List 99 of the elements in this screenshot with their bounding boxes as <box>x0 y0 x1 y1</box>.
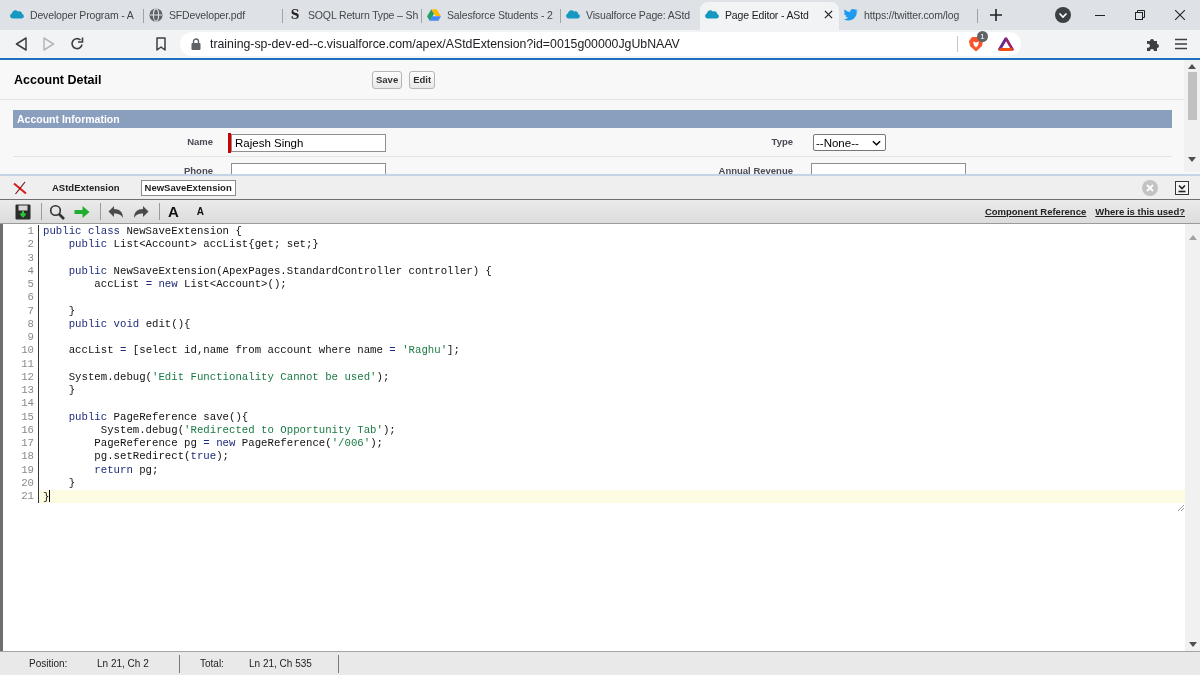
bird-icon <box>844 7 858 22</box>
count-badge: 1 <box>977 31 988 42</box>
code-line: pg.setRedirect(true); <box>93 450 229 463</box>
code-line: } <box>67 304 76 317</box>
close-icon[interactable] <box>13 180 27 195</box>
globe-icon <box>149 7 163 22</box>
field-label: Name <box>187 136 213 147</box>
code-line: public class NewSaveExtension { <box>43 225 242 237</box>
field-label: Phone <box>183 165 213 174</box>
browser-tab[interactable]: Visualforce Page: AStd <box>561 2 700 30</box>
line-number: 1 <box>27 225 34 237</box>
line-number: 2 <box>27 238 34 251</box>
new-tab-icon[interactable] <box>990 9 1002 21</box>
redo-icon[interactable] <box>133 203 149 220</box>
line-number: 5 <box>27 278 34 290</box>
code-line: accList = new List<Account>(); <box>93 278 287 290</box>
code-line: public NewSaveExtension(ApexPages.StandardController controller) { <box>67 264 492 277</box>
browser-tab[interactable]: Developer Program - A <box>5 2 144 30</box>
line-number: 21 <box>21 490 34 502</box>
back-icon[interactable] <box>15 37 27 51</box>
code-line: accList = [select id,name from account where name = 'Raghu']; <box>67 344 460 357</box>
cloud-icon <box>705 10 719 19</box>
site-favicon: S <box>289 7 301 22</box>
line-number: 3 <box>27 251 34 264</box>
action-button[interactable]: Save <box>372 70 403 89</box>
code-line: public List<Account> accList{get; set;} <box>67 238 319 251</box>
address-bar[interactable]: training-sp-dev-ed--c.visualforce.com/apex/AStdExtension?id=0015g00000JgUbNAAV 1 <box>180 32 1021 56</box>
resize-grip-icon[interactable] <box>1178 505 1184 512</box>
scrollbar-thumb[interactable] <box>1187 72 1197 120</box>
status-label: Position: <box>29 658 68 669</box>
text-input[interactable]: Rajesh Singh <box>231 134 386 152</box>
cloud-icon <box>10 10 24 19</box>
line-number: 7 <box>27 304 34 317</box>
menu-icon[interactable] <box>1175 38 1187 50</box>
puzzle-icon[interactable] <box>1146 37 1160 51</box>
code-line: public PageReference save(){ <box>67 410 249 423</box>
browser-tab[interactable]: SFDeveloper.pdf <box>144 2 283 30</box>
scroll-up-icon[interactable] <box>1188 64 1196 69</box>
file-tab[interactable]: AStdExtension <box>48 179 124 196</box>
code-line: } <box>43 491 50 503</box>
browser-tab[interactable]: https://twitter.com/log <box>839 2 978 30</box>
reload-icon[interactable] <box>70 37 84 51</box>
triangle-icon[interactable] <box>998 37 1014 51</box>
line-number: 10 <box>21 344 34 357</box>
section-header: Account Information <box>13 110 1172 128</box>
search-icon[interactable] <box>49 203 65 220</box>
chevron-down-icon <box>872 139 881 146</box>
link[interactable]: Component Reference <box>984 206 1087 217</box>
code-line: PageReference pg = new PageReference('/006'); <box>93 437 383 449</box>
code-line: public void edit(){ <box>67 317 191 330</box>
code-line: } <box>67 384 76 396</box>
line-number: 6 <box>27 291 34 304</box>
status-value: Ln 21, Ch 535 <box>249 658 312 669</box>
drive-icon <box>427 7 441 22</box>
action-button[interactable]: Edit <box>409 70 436 89</box>
font-size-button[interactable]: A <box>196 206 205 217</box>
code-line: System.debug('Edit Functionality Cannot be used'); <box>67 370 390 383</box>
line-number: 15 <box>21 410 34 423</box>
close-icon[interactable] <box>824 10 833 19</box>
code-line: return pg; <box>93 463 159 476</box>
line-number: 8 <box>27 317 34 330</box>
scroll-down-icon[interactable] <box>1188 642 1197 647</box>
line-number: 20 <box>21 476 34 489</box>
bookmark-icon[interactable] <box>156 37 166 51</box>
file-tab[interactable]: NewSaveExtension <box>140 179 236 196</box>
restore-icon[interactable] <box>1135 10 1145 20</box>
select-dropdown[interactable]: --None-- <box>813 134 886 151</box>
scrollbar[interactable] <box>1184 60 1200 172</box>
status-value: Ln 21, Ch 2 <box>97 658 149 669</box>
line-number: 19 <box>21 463 34 476</box>
line-number: 9 <box>27 331 34 343</box>
page-title: Account Detail <box>14 72 102 87</box>
browser-tab[interactable]: S SOQL Return Type – Sh <box>283 2 422 30</box>
close-icon[interactable] <box>1175 10 1185 20</box>
code-line: } <box>67 476 76 489</box>
field-label: Type <box>771 136 793 147</box>
line-number: 18 <box>21 450 34 463</box>
line-number: 11 <box>21 357 34 370</box>
line-number: 12 <box>21 370 34 383</box>
line-number: 16 <box>21 423 34 436</box>
code-line: System.debug('Redirected to Opportunity Tab'); <box>99 423 396 436</box>
save-icon[interactable] <box>15 203 31 220</box>
browser-tab[interactable]: Page Editor - AStd <box>700 2 839 30</box>
scrollbar[interactable] <box>1185 224 1200 651</box>
line-number: 17 <box>21 437 34 449</box>
line-number: 13 <box>21 384 34 396</box>
browser-tab[interactable]: Salesforce Students - 2 <box>422 2 561 30</box>
text-cursor <box>49 490 51 502</box>
link[interactable]: Where is this used? <box>1095 206 1185 217</box>
chevron-circle-icon[interactable] <box>1055 7 1071 23</box>
font-size-button[interactable]: A <box>168 204 179 219</box>
lock-icon <box>191 38 201 50</box>
status-label: Total: <box>200 658 224 669</box>
line-number: 14 <box>21 397 34 410</box>
field-label: Annual Revenue <box>718 165 793 174</box>
line-number: 4 <box>27 264 34 277</box>
download-icon[interactable] <box>1175 180 1189 195</box>
scroll-down-icon[interactable] <box>1188 157 1196 162</box>
cloud-icon <box>566 10 580 19</box>
